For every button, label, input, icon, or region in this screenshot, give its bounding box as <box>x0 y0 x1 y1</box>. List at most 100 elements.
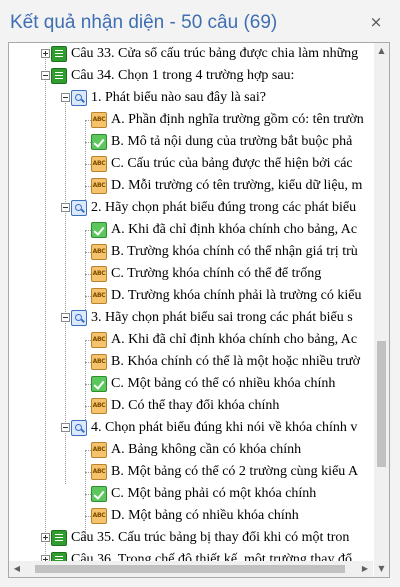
answer-node[interactable]: B. Mô tả nội dung của trường bắt buộc ph… <box>9 131 373 153</box>
question-node[interactable]: 4. Chọn phát biểu đúng khi nói về khóa c… <box>9 417 373 439</box>
abc-icon: ABC <box>91 398 107 414</box>
node-label: D. Trường khóa chính phải là trường có k… <box>111 288 362 303</box>
abc-icon: ABC <box>91 508 107 524</box>
abc-icon: ABC <box>91 442 107 458</box>
check-icon <box>91 222 107 238</box>
scroll-up-arrow-icon[interactable]: ▲ <box>374 43 389 59</box>
question-group-node[interactable]: Câu 35. Cấu trúc bảng bị thay đổi khi có… <box>9 527 373 549</box>
question-icon <box>71 310 87 326</box>
answer-node[interactable]: ABC D. Có thể thay đổi khóa chính <box>9 395 373 417</box>
node-label: A. Khi đã chỉ định khóa chính cho bảng, … <box>111 222 358 237</box>
collapse-icon[interactable] <box>61 203 70 212</box>
vertical-scroll-thumb[interactable] <box>377 341 386 467</box>
node-label: C. Cấu trúc của bảng được thể hiện bởi c… <box>111 156 353 171</box>
pane-title: Kết quả nhận diện - 50 câu (69) <box>10 12 278 33</box>
abc-icon: ABC <box>91 464 107 480</box>
answer-node[interactable]: ABC D. Mỗi trường có tên trường, kiểu dữ … <box>9 175 373 197</box>
abc-icon: ABC <box>91 332 107 348</box>
answer-node[interactable]: ABC A. Khi đã chỉ định khóa chính cho bản… <box>9 329 373 351</box>
abc-icon-text: ABC <box>92 358 106 365</box>
check-icon <box>91 376 107 392</box>
scroll-down-arrow-icon[interactable]: ▼ <box>374 561 389 577</box>
scroll-right-arrow-icon[interactable]: ▶ <box>357 561 373 577</box>
answer-node[interactable]: C. Một bảng phải có một khóa chính <box>9 483 373 505</box>
expand-icon[interactable] <box>41 49 50 58</box>
abc-icon: ABC <box>91 112 107 128</box>
question-node[interactable]: 2. Hãy chọn phát biểu đúng trong các phá… <box>9 197 373 219</box>
answer-node[interactable]: ABC B. Trường khóa chính có thể nhận giá … <box>9 241 373 263</box>
node-label: 3. Hãy chọn phát biểu sai trong các phát… <box>91 310 353 325</box>
question-group-node[interactable]: Câu 34. Chọn 1 trong 4 trường hợp sau: <box>9 65 373 87</box>
answer-node[interactable]: ABC A. Bảng không cần có khóa chính <box>9 439 373 461</box>
node-label: A. Phần định nghĩa trường gồm có: tên tr… <box>111 112 364 127</box>
abc-icon: ABC <box>91 266 107 282</box>
answer-node[interactable]: ABC D. Trường khóa chính phải là trường c… <box>9 285 373 307</box>
abc-icon-text: ABC <box>92 160 106 167</box>
abc-icon-text: ABC <box>92 468 106 475</box>
check-icon <box>91 134 107 150</box>
check-icon <box>91 486 107 502</box>
question-icon <box>71 90 87 106</box>
question-icon <box>71 200 87 216</box>
node-label: A. Bảng không cần có khóa chính <box>111 442 302 457</box>
abc-icon: ABC <box>91 244 107 260</box>
abc-icon-text: ABC <box>92 182 106 189</box>
node-label: 2. Hãy chọn phát biểu đúng trong các phá… <box>91 200 357 215</box>
node-label: B. Một bảng có thể có 2 trường cùng kiểu… <box>111 464 359 479</box>
close-icon[interactable]: × <box>366 12 386 32</box>
answer-node[interactable]: ABC B. Khóa chính có thể là một hoặc nhiề… <box>9 351 373 373</box>
abc-icon: ABC <box>91 354 107 370</box>
node-label: A. Khi đã chỉ định khóa chính cho bảng, … <box>111 332 358 347</box>
question-group-node[interactable]: Câu 33. Cửa sổ cấu trúc bảng được chia l… <box>9 43 373 65</box>
tree-content: Câu 33. Cửa sổ cấu trúc bảng được chia l… <box>9 43 373 577</box>
result-tree[interactable]: Câu 33. Cửa sổ cấu trúc bảng được chia l… <box>8 42 390 578</box>
node-label: C. Một bảng có thể có nhiều khóa chính <box>111 376 336 391</box>
abc-icon-text: ABC <box>92 116 106 123</box>
abc-icon-text: ABC <box>92 336 106 343</box>
list-icon <box>51 68 67 84</box>
list-icon <box>51 46 67 62</box>
expand-icon[interactable] <box>41 533 50 542</box>
horizontal-scroll-thumb[interactable] <box>35 565 345 573</box>
list-icon <box>51 530 67 546</box>
node-label: 4. Chọn phát biểu đúng khi nói về khóa c… <box>91 420 358 435</box>
abc-icon-text: ABC <box>92 512 106 519</box>
collapse-icon[interactable] <box>41 71 50 80</box>
abc-icon-text: ABC <box>92 446 106 453</box>
abc-icon-text: ABC <box>92 292 106 299</box>
node-label: Câu 35. Cấu trúc bảng bị thay đổi khi có… <box>71 530 350 545</box>
abc-icon-text: ABC <box>92 248 106 255</box>
answer-node[interactable]: ABC D. Một bảng có nhiều khóa chính <box>9 505 373 527</box>
scroll-left-arrow-icon[interactable]: ◀ <box>9 561 25 577</box>
node-label: D. Mỗi trường có tên trường, kiểu dữ liệ… <box>111 178 363 193</box>
answer-node[interactable]: ABC C. Trường khóa chính có thể để trống <box>9 263 373 285</box>
abc-icon: ABC <box>91 288 107 304</box>
node-label: B. Mô tả nội dung của trường bắt buộc ph… <box>111 134 353 149</box>
abc-icon-text: ABC <box>92 402 106 409</box>
node-label: D. Có thể thay đổi khóa chính <box>111 398 280 413</box>
collapse-icon[interactable] <box>61 93 70 102</box>
answer-node[interactable]: ABC B. Một bảng có thể có 2 trường cùng k… <box>9 461 373 483</box>
answer-node[interactable]: C. Một bảng có thể có nhiều khóa chính <box>9 373 373 395</box>
node-label: 1. Phát biểu nào sau đây là sai? <box>91 90 266 105</box>
answer-node[interactable]: ABC A. Phần định nghĩa trường gồm có: tên… <box>9 109 373 131</box>
abc-icon-text: ABC <box>92 270 106 277</box>
vertical-scrollbar[interactable]: ▲ ▼ <box>374 43 389 577</box>
node-label: B. Trường khóa chính có thể nhận giá trị… <box>111 244 358 259</box>
answer-node[interactable]: ABC C. Cấu trúc của bảng được thể hiện bở… <box>9 153 373 175</box>
question-node[interactable]: 3. Hãy chọn phát biểu sai trong các phát… <box>9 307 373 329</box>
node-label: C. Trường khóa chính có thể để trống <box>111 266 322 281</box>
abc-icon: ABC <box>91 178 107 194</box>
question-icon <box>71 420 87 436</box>
question-node[interactable]: 1. Phát biểu nào sau đây là sai? <box>9 87 373 109</box>
node-label: Câu 33. Cửa sổ cấu trúc bảng được chia l… <box>71 46 359 61</box>
task-pane-header: Kết quả nhận diện - 50 câu (69) × <box>0 0 400 42</box>
answer-node[interactable]: A. Khi đã chỉ định khóa chính cho bảng, … <box>9 219 373 241</box>
node-label: Câu 34. Chọn 1 trong 4 trường hợp sau: <box>71 68 295 83</box>
collapse-icon[interactable] <box>61 313 70 322</box>
node-label: B. Khóa chính có thể là một hoặc nhiều t… <box>111 354 361 369</box>
node-label: C. Một bảng phải có một khóa chính <box>111 486 317 501</box>
node-label: D. Một bảng có nhiều khóa chính <box>111 508 299 523</box>
collapse-icon[interactable] <box>61 423 70 432</box>
horizontal-scrollbar[interactable]: ◀ ▶ <box>9 561 373 577</box>
